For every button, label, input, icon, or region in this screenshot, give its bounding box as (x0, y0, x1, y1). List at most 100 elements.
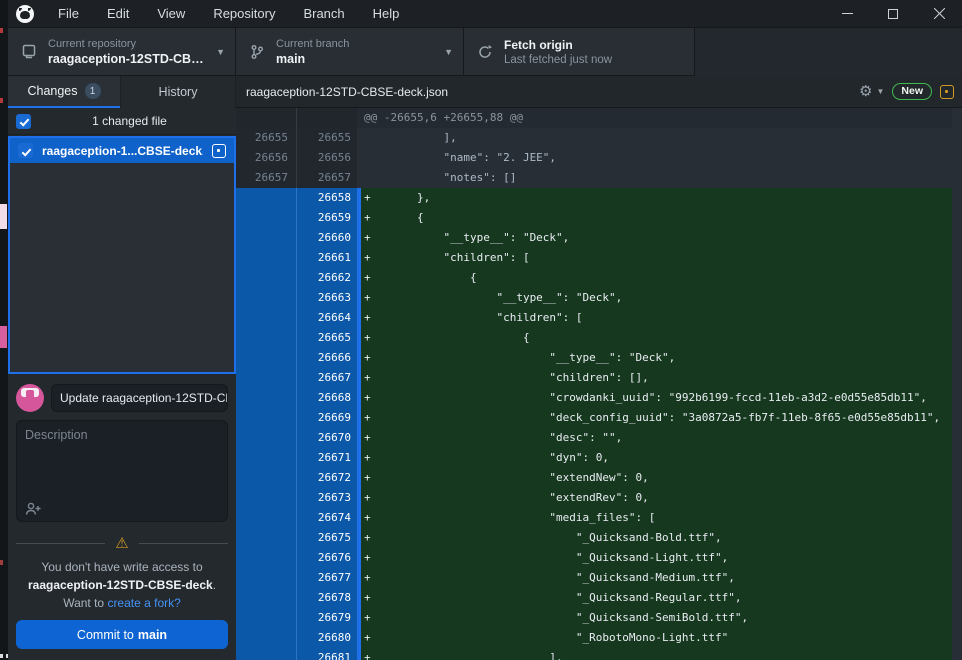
new-line-number[interactable]: 26667 (297, 368, 357, 388)
menu-file[interactable]: File (48, 0, 93, 28)
new-line-number[interactable]: 26674 (297, 508, 357, 528)
new-line-number[interactable]: 26663 (297, 288, 357, 308)
old-line-number[interactable] (236, 508, 297, 528)
new-line-number[interactable]: 26668 (297, 388, 357, 408)
old-line-number[interactable] (236, 328, 297, 348)
menu-branch[interactable]: Branch (289, 0, 358, 28)
close-button[interactable] (916, 0, 962, 28)
menu-repository[interactable]: Repository (199, 0, 289, 28)
add-coauthor-icon[interactable] (25, 502, 41, 515)
old-line-number[interactable] (236, 548, 297, 568)
old-line-number[interactable] (236, 648, 297, 660)
diff-line-26664[interactable]: 26664 + "children": [ (236, 308, 952, 328)
changed-file-row[interactable]: raagaception-1...CBSE-deck.json (10, 138, 234, 163)
menu-help[interactable]: Help (359, 0, 414, 28)
new-line-number[interactable]: 26681 (297, 648, 357, 660)
chevron-down-icon[interactable]: ▼ (876, 87, 884, 96)
new-line-number[interactable]: 26656 (297, 148, 357, 168)
old-line-number[interactable] (236, 388, 297, 408)
new-line-number[interactable]: 26658 (297, 188, 357, 208)
old-line-number[interactable] (236, 188, 297, 208)
old-line-number[interactable] (236, 588, 297, 608)
new-line-number[interactable]: 26670 (297, 428, 357, 448)
old-line-number[interactable] (236, 408, 297, 428)
diff-line-26681[interactable]: 26681 + ], (236, 648, 952, 660)
diff-line-26665[interactable]: 26665 + { (236, 328, 952, 348)
diff-line-26673[interactable]: 26673 + "extendRev": 0, (236, 488, 952, 508)
diff-line-26677[interactable]: 26677 + "_Quicksand-Medium.ttf", (236, 568, 952, 588)
new-line-number[interactable]: 26679 (297, 608, 357, 628)
old-line-number[interactable] (236, 288, 297, 308)
diff-line-26676[interactable]: 26676 + "_Quicksand-Light.ttf", (236, 548, 952, 568)
menu-view[interactable]: View (143, 0, 199, 28)
diff-line-26675[interactable]: 26675 + "_Quicksand-Bold.ttf", (236, 528, 952, 548)
diff-line-26668[interactable]: 26668 + "crowdanki_uuid": "992b6199-fccd-… (236, 388, 952, 408)
current-repository-button[interactable]: Current repository raagaception-12STD-CB… (8, 28, 236, 76)
new-line-number[interactable]: 26666 (297, 348, 357, 368)
old-line-number[interactable] (236, 228, 297, 248)
fetch-origin-button[interactable]: Fetch origin Last fetched just now (464, 28, 695, 76)
new-line-number[interactable]: 26664 (297, 308, 357, 328)
diff-line-26657[interactable]: 26657 26657 "notes": [] (236, 168, 952, 188)
tab-history[interactable]: History (120, 76, 236, 108)
new-line-number[interactable]: 26661 (297, 248, 357, 268)
diff-line-26671[interactable]: 26671 + "dyn": 0, (236, 448, 952, 468)
old-line-number[interactable]: 26655 (236, 128, 297, 148)
new-line-number[interactable]: 26678 (297, 588, 357, 608)
new-line-number[interactable]: 26680 (297, 628, 357, 648)
new-line-number[interactable]: 26655 (297, 128, 357, 148)
diff-line-26678[interactable]: 26678 + "_Quicksand-Regular.ttf", (236, 588, 952, 608)
old-line-number[interactable] (236, 528, 297, 548)
maximize-button[interactable] (870, 0, 916, 28)
new-line-number[interactable]: 26660 (297, 228, 357, 248)
diff-line-26663[interactable]: 26663 + "__type__": "Deck", (236, 288, 952, 308)
old-line-number[interactable] (236, 268, 297, 288)
new-line-number[interactable]: 26677 (297, 568, 357, 588)
old-line-number[interactable] (236, 428, 297, 448)
current-branch-button[interactable]: Current branch main ▼ (236, 28, 464, 76)
diff-line-26659[interactable]: 26659 + { (236, 208, 952, 228)
diff-line-26680[interactable]: 26680 + "_RobotoMono-Light.ttf" (236, 628, 952, 648)
old-line-number[interactable] (236, 208, 297, 228)
diff-line-26656[interactable]: 26656 26656 "name": "2. JEE", (236, 148, 952, 168)
old-line-number[interactable] (236, 368, 297, 388)
old-line-number[interactable] (236, 308, 297, 328)
minimize-button[interactable] (824, 0, 870, 28)
old-line-number[interactable] (236, 348, 297, 368)
diff-line-26667[interactable]: 26667 + "children": [], (236, 368, 952, 388)
old-line-number[interactable] (236, 248, 297, 268)
diff-line-26679[interactable]: 26679 + "_Quicksand-SemiBold.ttf", (236, 608, 952, 628)
diff-line-26674[interactable]: 26674 + "media_files": [ (236, 508, 952, 528)
old-line-number[interactable] (236, 468, 297, 488)
tab-changes[interactable]: Changes 1 (8, 76, 120, 108)
old-line-number[interactable] (236, 488, 297, 508)
diff-line-26666[interactable]: 26666 + "__type__": "Deck", (236, 348, 952, 368)
diff-line-26669[interactable]: 26669 + "deck_config_uuid": "3a0872a5-fb7… (236, 408, 952, 428)
gear-icon[interactable]: ⚙ (859, 84, 872, 99)
old-line-number[interactable]: 26657 (236, 168, 297, 188)
commit-to-main-button[interactable]: Commit to main (16, 620, 228, 649)
diff-line-26660[interactable]: 26660 + "__type__": "Deck", (236, 228, 952, 248)
new-line-number[interactable]: 26662 (297, 268, 357, 288)
new-line-number[interactable]: 26676 (297, 548, 357, 568)
new-line-number[interactable]: 26672 (297, 468, 357, 488)
file-checkbox[interactable] (18, 143, 33, 158)
new-line-number[interactable]: 26675 (297, 528, 357, 548)
new-line-number[interactable]: 26665 (297, 328, 357, 348)
diff-line-26658[interactable]: 26658 + }, (236, 188, 952, 208)
create-fork-link[interactable]: create a fork? (107, 596, 180, 610)
new-line-number[interactable]: 26673 (297, 488, 357, 508)
diff-line-26662[interactable]: 26662 + { (236, 268, 952, 288)
select-all-checkbox[interactable] (16, 113, 31, 129)
old-line-number[interactable] (236, 448, 297, 468)
old-line-number[interactable] (236, 608, 297, 628)
old-line-number[interactable] (236, 628, 297, 648)
new-line-number[interactable]: 26657 (297, 168, 357, 188)
diff-line-26661[interactable]: 26661 + "children": [ (236, 248, 952, 268)
diff-line-26672[interactable]: 26672 + "extendNew": 0, (236, 468, 952, 488)
commit-summary-input[interactable]: Update raagaception-12STD-CBS (51, 384, 228, 412)
diff-line-26670[interactable]: 26670 + "desc": "", (236, 428, 952, 448)
new-line-number[interactable]: 26669 (297, 408, 357, 428)
old-line-number[interactable]: 26656 (236, 148, 297, 168)
menu-edit[interactable]: Edit (93, 0, 143, 28)
